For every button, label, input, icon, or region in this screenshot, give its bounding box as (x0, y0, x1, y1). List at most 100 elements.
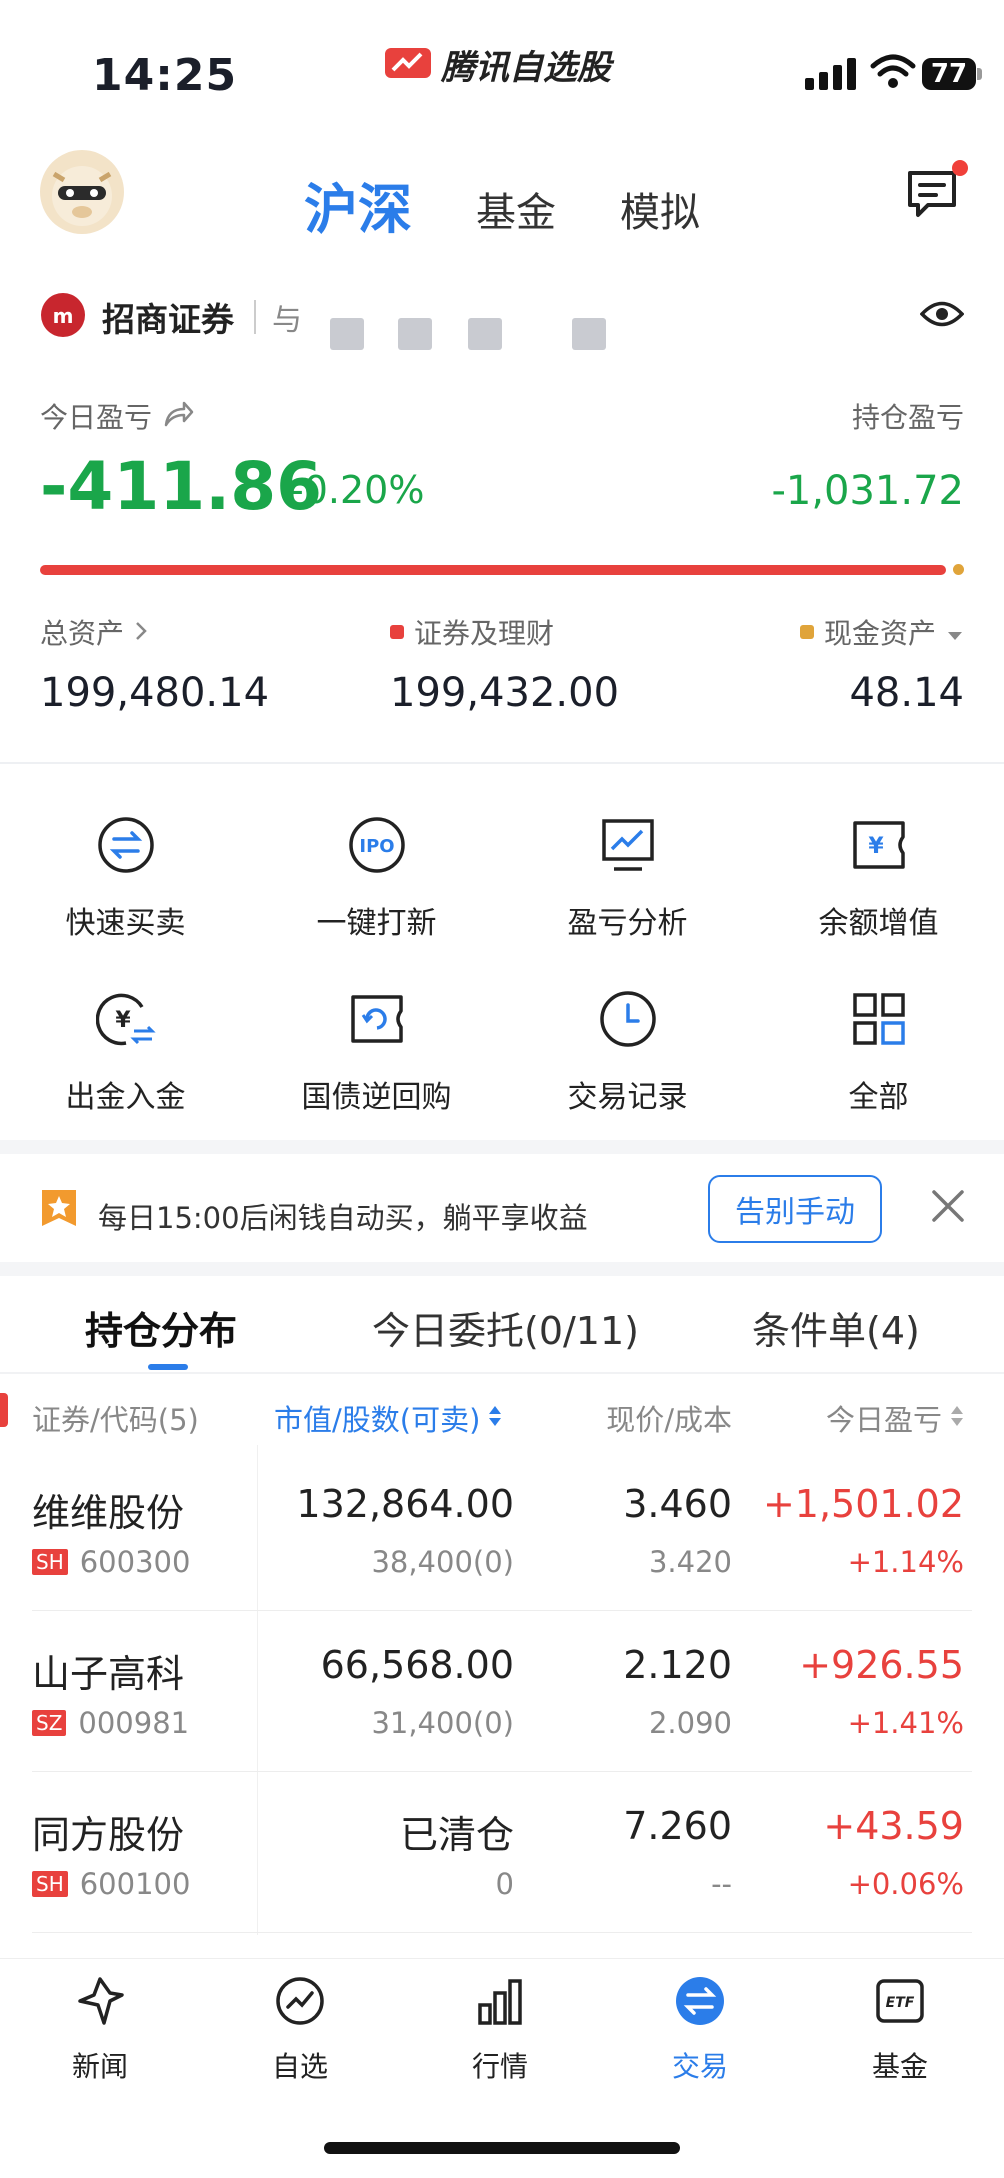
tab-fund[interactable]: 基金 (476, 180, 556, 238)
shortcut-label: 出金入金 (65, 1080, 186, 1115)
col-header-today-pnl-label: 今日盈亏 (825, 1403, 942, 1437)
nav-trade[interactable]: 交易 (600, 1971, 800, 2085)
nav-market[interactable]: 行情 (400, 1971, 600, 2085)
svg-text:IPO: IPO (359, 836, 394, 857)
masked-account-block (468, 318, 502, 350)
section-divider (0, 1140, 1004, 1154)
shortcut-label: 余额增值 (818, 906, 939, 941)
cash-value: 48.14 (849, 670, 964, 716)
shortcut-repo[interactable]: 国债逆回购 (251, 984, 502, 1116)
stock-code: 600100 (79, 1867, 191, 1901)
svg-text:ETF: ETF (886, 1995, 915, 2011)
today-pnl-label: 今日盈亏 (40, 401, 153, 434)
tab-shenzhen-shanghai[interactable]: 沪深 (304, 165, 412, 244)
sort-icon (950, 1401, 964, 1435)
shortcut-grid: 快速买卖 IPO 一键打新 盈亏分析 ¥ 余额增值 ¥ 出金入金 国债逆回购 交… (0, 810, 1004, 1116)
col-header-today-pnl[interactable]: 今日盈亏 (826, 1397, 964, 1439)
tab-holdings[interactable]: 持仓分布 (85, 1300, 237, 1355)
nav-watchlist[interactable]: 自选 (200, 1971, 400, 2085)
stock-name[interactable]: 维维股份 (32, 1482, 184, 1537)
eye-icon[interactable] (919, 297, 965, 335)
today-pnl: +926.55 (799, 1643, 964, 1687)
chevron-right-icon (134, 616, 148, 649)
nav-news[interactable]: 新闻 (0, 1971, 200, 2085)
cash-color-dot (799, 625, 814, 639)
securities-color-dot (390, 625, 404, 639)
stock-code-row: SH 600100 (32, 1867, 190, 1901)
tab-conditional-orders[interactable]: 条件单(4) (752, 1300, 920, 1355)
svg-text:¥: ¥ (115, 1008, 131, 1033)
current-price: 2.120 (623, 1643, 732, 1687)
stock-name[interactable]: 山子高科 (32, 1643, 184, 1698)
svg-text:¥: ¥ (868, 834, 884, 859)
active-tab-indicator (148, 1364, 188, 1370)
message-icon[interactable] (904, 165, 960, 225)
shortcut-all[interactable]: 全部 (753, 984, 1004, 1116)
nav-label: 交易 (671, 2050, 728, 2083)
account-prefix: 与 (272, 303, 302, 338)
shortcut-label: 交易记录 (567, 1080, 688, 1115)
shortcut-pnl-analysis[interactable]: 盈亏分析 (502, 810, 753, 942)
nav-fund[interactable]: ETF 基金 (800, 1971, 1000, 2085)
stock-code-row: SH 600300 (32, 1545, 190, 1579)
share-icon[interactable] (164, 401, 194, 431)
broker-selector[interactable]: m 招商证券 与 (40, 292, 302, 342)
section-divider (0, 1262, 1004, 1276)
message-badge (952, 160, 968, 176)
masked-account-block (330, 318, 364, 350)
market-badge: SH (32, 1871, 68, 1897)
shortcut-ipo[interactable]: IPO 一键打新 (251, 810, 502, 942)
shortcut-trade-history[interactable]: 交易记录 (502, 984, 753, 1116)
star-badge-icon (40, 1188, 78, 1232)
app-badge: 腾讯自选股 (385, 40, 611, 89)
col-header-security: 证券/代码(5) (32, 1403, 199, 1437)
tab-today-orders[interactable]: 今日委托(0/11) (372, 1300, 639, 1355)
total-assets-label: 总资产 (40, 617, 125, 650)
banner-action-button[interactable]: 告别手动 (708, 1175, 882, 1243)
column-separator (257, 1445, 258, 1935)
shortcut-label: 国债逆回购 (301, 1080, 452, 1115)
battery-icon: 77 (922, 58, 976, 90)
ipo-icon: IPO (251, 810, 502, 880)
current-price: 7.260 (623, 1804, 732, 1848)
avatar[interactable] (40, 150, 124, 234)
cost-price: 2.090 (648, 1706, 732, 1740)
nav-label: 自选 (271, 2050, 328, 2083)
row-divider (32, 1771, 972, 1772)
total-assets-value: 199,480.14 (40, 670, 270, 716)
current-price: 3.460 (623, 1482, 732, 1526)
section-divider (0, 762, 1004, 764)
market-icon (400, 1971, 600, 2031)
shortcut-balance-growth[interactable]: ¥ 余额增值 (753, 810, 1004, 942)
status-time: 14:25 (92, 50, 238, 101)
row-divider (32, 1610, 972, 1611)
today-pnl: +1,501.02 (762, 1482, 964, 1526)
col-header-price-cost: 现价/成本 (606, 1403, 732, 1437)
asset-ratio-bar (40, 565, 946, 575)
col-header-market-value[interactable]: 市值/股数(可卖) (274, 1397, 502, 1439)
cost-price: -- (711, 1867, 732, 1901)
shortcut-deposit-withdraw[interactable]: ¥ 出金入金 (0, 984, 251, 1116)
cash-label-row[interactable]: 现金资产 (799, 612, 964, 652)
news-icon (0, 1971, 200, 2031)
grid-icon (753, 984, 1004, 1054)
tab-divider (0, 1372, 1004, 1374)
battery-tip (977, 68, 982, 80)
tab-simulation[interactable]: 模拟 (620, 180, 700, 238)
shortcut-quick-trade[interactable]: 快速买卖 (0, 810, 251, 942)
share-count: 0 (495, 1867, 514, 1901)
market-value: 132,864.00 (296, 1482, 514, 1526)
market-badge: SH (32, 1549, 68, 1575)
nav-label: 行情 (471, 2050, 528, 2083)
close-icon[interactable] (928, 1186, 968, 1230)
banner-text: 每日15:00后闲钱自动买，躺平享收益 (98, 1201, 588, 1235)
today-pnl-percent: -0.20% (290, 468, 425, 512)
shortcut-label: 一键打新 (316, 906, 437, 941)
stock-name[interactable]: 同方股份 (32, 1804, 184, 1859)
total-assets-label-row[interactable]: 总资产 (40, 612, 148, 652)
watchlist-icon (200, 1971, 400, 2031)
stock-code-row: SZ 000981 (32, 1706, 189, 1740)
sort-icon (488, 1401, 502, 1435)
stock-code: 000981 (78, 1706, 190, 1740)
swap-circle-icon (0, 810, 251, 880)
